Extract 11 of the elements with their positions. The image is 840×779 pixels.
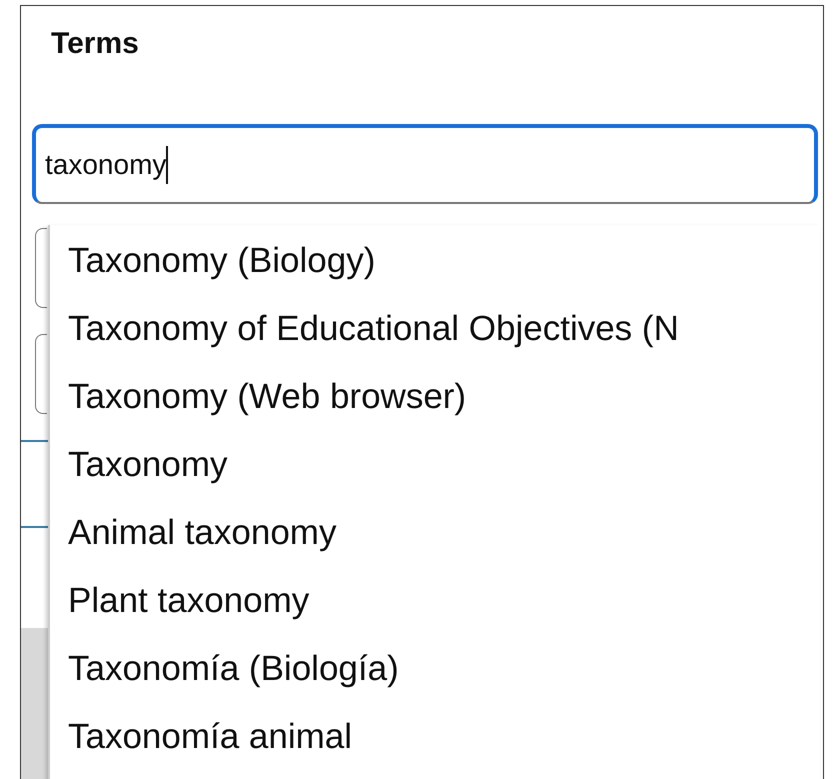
panel-title: Terms xyxy=(50,26,140,62)
suggestion-item[interactable]: Plant taxonomy xyxy=(50,567,820,635)
suggestion-item[interactable]: Taxonomy of Educational Objectives (N xyxy=(50,295,820,363)
suggestion-item[interactable]: Taxonomía (Biología) xyxy=(50,635,820,703)
suggestion-item[interactable]: Animal taxonomy xyxy=(50,499,820,567)
suggestion-item[interactable]: Taxonomía animal xyxy=(50,703,820,771)
suggestion-item[interactable]: Taxonomy xyxy=(50,431,820,499)
suggestion-item[interactable]: Taxonomy (Web browser) xyxy=(50,363,820,431)
text-cursor xyxy=(166,146,168,184)
search-field[interactable]: taxonomy xyxy=(32,124,818,204)
suggestion-item[interactable]: Taxonomy (Biology) xyxy=(50,227,820,295)
